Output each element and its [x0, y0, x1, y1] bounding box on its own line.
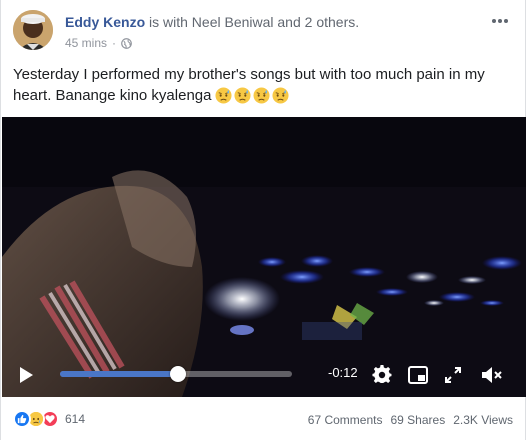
- sad-emoji-icon: [215, 87, 233, 104]
- post-attribution: Eddy Kenzo is with Neel Beniwal and 2 ot…: [65, 14, 359, 30]
- sad-emoji-icon: [272, 87, 290, 104]
- reaction-summary[interactable]: 614: [13, 410, 85, 428]
- emoji-group: [215, 87, 290, 104]
- more-options-button[interactable]: [487, 10, 513, 32]
- views-count: 2.3K Views: [453, 413, 513, 427]
- progress-scrubber-handle[interactable]: [170, 366, 187, 382]
- mute-button[interactable]: [480, 364, 504, 386]
- post-timestamp[interactable]: 45 mins: [65, 36, 107, 50]
- play-button[interactable]: [16, 365, 36, 385]
- more-icon: [492, 19, 508, 23]
- video-controls: -0:12: [2, 353, 526, 397]
- post-header: Eddy Kenzo is with Neel Beniwal and 2 ot…: [13, 10, 513, 56]
- shares-count-link[interactable]: 69 Shares: [390, 413, 445, 427]
- settings-button[interactable]: [371, 364, 393, 386]
- like-icon: [13, 410, 31, 428]
- sad-emoji-icon: [234, 87, 252, 104]
- reaction-count[interactable]: 614: [65, 412, 85, 426]
- post-meta: 45 mins ·: [65, 36, 132, 50]
- globe-icon[interactable]: [121, 37, 132, 49]
- feed-post: Eddy Kenzo is with Neel Beniwal and 2 ot…: [0, 0, 526, 440]
- expand-icon: [445, 367, 461, 383]
- picture-in-picture-icon: [408, 366, 428, 384]
- progress-fill: [60, 371, 179, 377]
- picture-in-picture-button[interactable]: [407, 364, 429, 386]
- meta-separator: ·: [112, 36, 117, 50]
- comments-count-link[interactable]: 67 Comments: [308, 413, 383, 427]
- gear-icon: [372, 365, 392, 384]
- engagement-stats: 67 Comments 69 Shares 2.3K Views: [308, 413, 513, 427]
- video-progress-bar[interactable]: [60, 366, 292, 382]
- author-name[interactable]: Eddy Kenzo: [65, 14, 145, 30]
- volume-muted-icon: [482, 367, 502, 383]
- sad-emoji-icon: [253, 87, 271, 104]
- post-footer: 614 67 Comments 69 Shares 2.3K Views: [13, 408, 513, 434]
- play-icon: [20, 367, 33, 383]
- time-remaining: -0:12: [328, 365, 358, 380]
- fullscreen-button[interactable]: [442, 364, 464, 386]
- video-player[interactable]: -0:12: [2, 117, 526, 397]
- tagged-users-text[interactable]: is with Neel Beniwal and 2 others.: [145, 14, 359, 30]
- post-message: Yesterday I performed my brother's songs…: [13, 64, 513, 106]
- author-avatar[interactable]: [13, 10, 53, 50]
